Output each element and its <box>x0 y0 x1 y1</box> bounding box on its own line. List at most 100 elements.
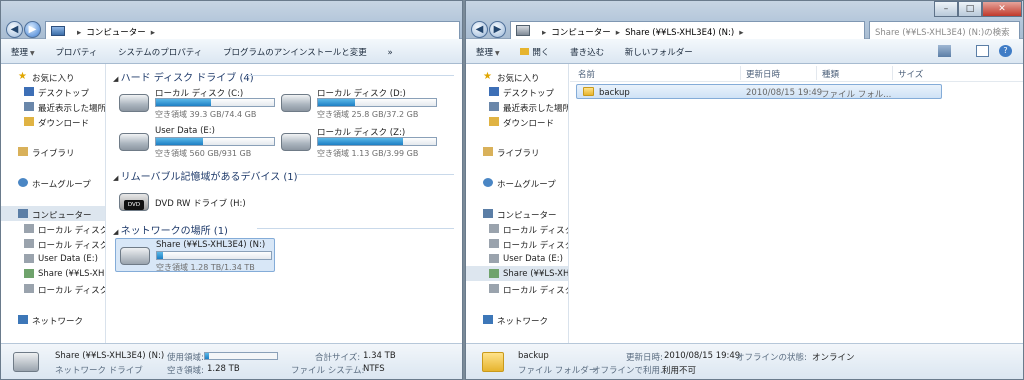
burn-button[interactable]: 書き込む <box>570 48 604 58</box>
chevron-right-icon[interactable]: ▸ <box>739 28 743 38</box>
nav-drive-z[interactable]: ローカル ディスク ( <box>1 281 105 296</box>
nav-label: User Data (E:) <box>38 254 98 264</box>
computer-icon <box>18 209 28 218</box>
nav-drive-e[interactable]: User Data (E:) <box>466 251 568 266</box>
drive-usage-bar <box>155 98 275 107</box>
breadcrumb-share[interactable]: Share (¥¥LS-XHL3E4) (N:) <box>625 28 734 38</box>
nav-drive-n[interactable]: Share (¥¥LS-XHL3 <box>1 266 105 281</box>
nav-favorites[interactable]: ★ お気に入り <box>466 69 568 85</box>
preview-pane-icon[interactable] <box>976 45 989 57</box>
nav-label: ローカル ディスク ( <box>38 226 105 236</box>
maximize-button[interactable]: □ <box>958 1 982 17</box>
offline-status-value: オンライン <box>812 353 855 363</box>
group-header-hdd[interactable]: ◢ ハード ディスク ドライブ (4) <box>113 69 254 84</box>
drive-d[interactable]: ローカル ディスク (D:) 空き領域 25.8 GB/37.2 GB <box>277 86 437 120</box>
column-divider[interactable] <box>892 66 893 80</box>
more-commands-button[interactable]: » <box>387 48 392 58</box>
breadcrumb-computer[interactable]: コンピューター <box>86 28 146 38</box>
nav-label: ローカル ディスク ( <box>503 226 568 236</box>
drive-usage-bar <box>156 251 272 260</box>
column-date-modified[interactable]: 更新日時 <box>746 68 780 80</box>
nav-drive-c[interactable]: ローカル ディスク ( <box>1 221 105 236</box>
address-bar[interactable]: ▸ コンピューター ▸ <box>45 21 460 40</box>
nav-label: User Data (E:) <box>503 254 563 264</box>
nav-desktop[interactable]: デスクトップ <box>1 84 105 99</box>
nav-desktop[interactable]: デスクトップ <box>466 84 568 99</box>
forward-button[interactable]: ▶ <box>24 21 41 38</box>
nav-network[interactable]: ネットワーク <box>1 312 105 327</box>
minimize-button[interactable]: – <box>934 1 958 17</box>
address-bar[interactable]: ▸ コンピューター ▸ Share (¥¥LS-XHL3E4) (N:) ▸ <box>510 21 865 40</box>
nav-network[interactable]: ネットワーク <box>466 312 568 327</box>
nav-downloads[interactable]: ダウンロード <box>1 114 105 129</box>
view-options-icon[interactable] <box>938 45 951 57</box>
column-name[interactable]: 名前 <box>578 68 595 80</box>
chevron-right-icon[interactable]: ▸ <box>616 28 620 38</box>
nav-drive-d[interactable]: ローカル ディスク ( <box>1 236 105 251</box>
drive-name: DVD RW ドライブ (H:) <box>155 199 246 209</box>
nav-computer[interactable]: コンピューター <box>1 206 105 221</box>
nav-label: ホームグループ <box>32 180 91 190</box>
drive-z[interactable]: ローカル ディスク (Z:) 空き領域 1.13 GB/3.99 GB <box>277 125 437 159</box>
drive-space: 空き領域 1.13 GB/3.99 GB <box>317 149 419 158</box>
open-button[interactable]: 開く <box>520 48 549 58</box>
nav-libraries[interactable]: ライブラリ <box>466 144 568 159</box>
nav-recent-places[interactable]: 最近表示した場所 <box>466 99 568 114</box>
column-divider[interactable] <box>740 66 741 80</box>
drive-usage-fill <box>318 138 403 145</box>
organize-button[interactable]: 整理 ▼ <box>476 48 500 58</box>
column-type[interactable]: 種類 <box>822 68 839 80</box>
organize-button[interactable]: 整理 ▼ <box>11 48 35 58</box>
nav-label: ライブラリ <box>32 149 75 159</box>
group-header-removable[interactable]: ◢ リムーバブル記憶域があるデバイス (1) <box>113 168 298 183</box>
command-bar: 整理 ▼ 開く 書き込む 新しいフォルダー ? <box>466 39 1023 64</box>
close-button[interactable]: ✕ <box>982 1 1022 17</box>
nav-homegroup[interactable]: ホームグループ <box>466 175 568 190</box>
nav-drive-d[interactable]: ローカル ディスク ( <box>466 236 568 251</box>
drive-dvd[interactable]: DVD DVD RW ドライブ (H:) <box>115 185 275 219</box>
drive-c[interactable]: ローカル ディスク (C:) 空き領域 39.3 GB/74.4 GB <box>115 86 275 120</box>
nav-libraries[interactable]: ライブラリ <box>1 144 105 159</box>
collapse-icon: ◢ <box>113 75 121 83</box>
back-button[interactable]: ◀ <box>471 21 488 38</box>
group-header-network[interactable]: ◢ ネットワークの場所 (1) <box>113 222 228 237</box>
uninstall-program-button[interactable]: プログラムのアンインストールと変更 <box>223 48 367 58</box>
new-folder-button[interactable]: 新しいフォルダー <box>625 48 693 58</box>
details-title: backup <box>518 351 549 361</box>
offline-status-label: オフラインの状態: <box>736 353 807 363</box>
folder-icon <box>583 87 594 96</box>
chevron-right-icon[interactable]: ▸ <box>151 28 155 38</box>
breadcrumb-computer[interactable]: コンピューター <box>551 28 611 38</box>
help-icon[interactable]: ? <box>999 45 1012 57</box>
drive-usage-fill <box>318 99 355 106</box>
nav-drive-e[interactable]: User Data (E:) <box>1 251 105 266</box>
properties-button[interactable]: プロパティ <box>55 48 97 58</box>
nav-drive-c[interactable]: ローカル ディスク ( <box>466 221 568 236</box>
group-label: リムーバブル記憶域があるデバイス (1) <box>120 172 298 183</box>
nav-recent-places[interactable]: 最近表示した場所 <box>1 99 105 114</box>
file-row[interactable]: backup 2010/08/15 19:49 ファイル フォル... <box>576 84 942 100</box>
drive-usage-bar <box>155 137 275 146</box>
details-subtitle: ネットワーク ドライブ <box>55 366 143 376</box>
column-size[interactable]: サイズ <box>898 68 923 80</box>
nav-label: お気に入り <box>497 74 540 84</box>
drive-space: 空き領域 560 GB/931 GB <box>155 149 252 158</box>
nav-computer[interactable]: コンピューター <box>466 206 568 221</box>
navigation-pane: ★ お気に入り デスクトップ 最近表示した場所 ダウンロード ライブラリ ホームグ… <box>466 64 569 343</box>
details-pane: Share (¥¥LS-XHL3E4) (N:) ネットワーク ドライブ 使用領… <box>1 343 462 379</box>
search-input[interactable]: Share (¥¥LS-XHL3E4) (N:)の検索 <box>869 21 1020 40</box>
back-button[interactable]: ◀ <box>6 21 23 38</box>
nav-drive-n[interactable]: Share (¥¥LS-XHL3 <box>466 266 568 281</box>
system-properties-button[interactable]: システムのプロパティ <box>118 48 202 58</box>
nav-homegroup[interactable]: ホームグループ <box>1 175 105 190</box>
drive-share-n[interactable]: Share (¥¥LS-XHL3E4) (N:) 空き領域 1.28 TB/1.… <box>115 238 275 272</box>
drive-e[interactable]: User Data (E:) 空き領域 560 GB/931 GB <box>115 125 275 159</box>
nav-downloads[interactable]: ダウンロード <box>466 114 568 129</box>
column-divider[interactable] <box>816 66 817 80</box>
nav-label: ローカル ディスク ( <box>503 241 568 251</box>
nav-drive-z[interactable]: ローカル ディスク ( <box>466 281 568 296</box>
nav-label: Share (¥¥LS-XHL3 <box>503 269 568 279</box>
nav-favorites[interactable]: ★ お気に入り <box>1 69 105 85</box>
forward-button[interactable]: ▶ <box>489 21 506 38</box>
file-date: 2010/08/15 19:49 <box>746 88 823 98</box>
